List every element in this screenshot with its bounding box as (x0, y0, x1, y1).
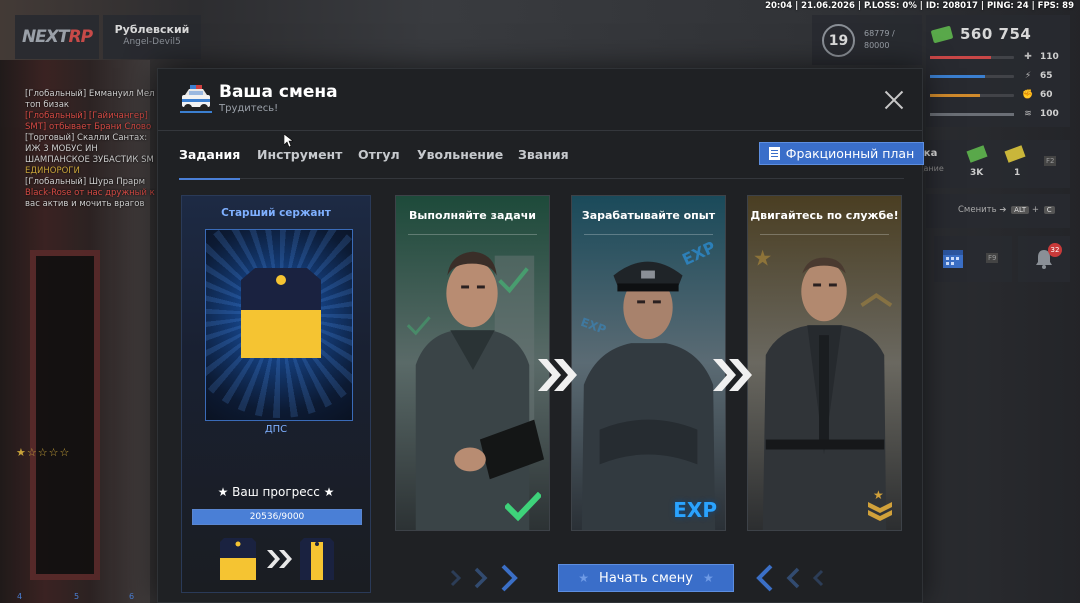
star-icon: ★ (578, 571, 590, 585)
police-car-icon (180, 85, 212, 113)
tab-tasks[interactable]: Задания (179, 131, 241, 180)
rank-chevron-icon: ★ (868, 488, 892, 521)
hunger-icon: ✊ (1022, 90, 1034, 100)
stat-armor: ⚡ 65 (930, 71, 1062, 81)
switch-panel[interactable]: Сменить ➔ ALT + C (926, 194, 1070, 228)
stat-hunger: ✊ 60 (930, 90, 1062, 100)
armor-icon: ⚡ (1024, 71, 1032, 81)
chat-line: ИЖ 3 МОБУС ИН (25, 144, 98, 154)
notifications-button[interactable]: 32 (1018, 236, 1070, 282)
tab-dismissal[interactable]: Увольнение (417, 131, 503, 179)
shoulder-strap-icon (241, 268, 321, 358)
faction-panel: тка дание 3K 1 F2 (918, 140, 1070, 188)
chat-line: топ бизак (25, 100, 70, 110)
hotbar-slot[interactable]: 5 (74, 592, 79, 601)
hotbar-slot[interactable]: 6 (129, 592, 134, 601)
server-logo: NEXT RP (15, 15, 99, 59)
officer-cap-art: EXP EXP (572, 196, 725, 530)
level-panel: 19 68779 /80000 (812, 15, 922, 65)
xp-counter: 68779 /80000 (864, 29, 895, 50)
rank-title: Старший сержант (221, 207, 331, 219)
player-username: Рублевский (114, 23, 190, 36)
calendar-key: F9 (986, 253, 999, 263)
chat-line: ШАМПАНСКОЕ ЗУБАСТИК SM (25, 155, 154, 165)
officer-tablet-art (396, 196, 549, 530)
tab-day-off[interactable]: Отгул (358, 131, 400, 179)
chat-line: [Торговый] Скалли Сантах: (25, 133, 148, 143)
chat-line: SMT] отбывает Брани Слово (25, 122, 152, 132)
tab-tools[interactable]: Инструмент (257, 131, 342, 179)
progress-label: ★ Ваш прогресс ★ (217, 485, 335, 499)
player-info: Рублевский Angel-Devil5 (103, 15, 201, 59)
rank-card: Старший сержант ДПС ★ Ваш прогресс ★ 205… (181, 195, 371, 593)
chat-line: [Глобальный] Еммануил Мел (25, 89, 155, 99)
hotbar-slot[interactable]: 4 (17, 592, 22, 601)
status-bar: 20:04 | 21.06.2026 | P.LOSS: 0% | ID: 20… (765, 1, 1074, 11)
document-icon (768, 147, 780, 160)
health-value: 110 (1040, 52, 1059, 62)
progress-text: 20536/9000 (249, 512, 305, 522)
close-button[interactable] (882, 88, 906, 112)
tab-ranks[interactable]: Звания (518, 131, 569, 179)
stamina-value: 100 (1040, 109, 1059, 119)
calendar-button[interactable]: F9 (934, 236, 1012, 282)
stat-stamina: ≋ 100 (930, 109, 1062, 119)
rank-upgrade-preview (220, 538, 334, 580)
step-title: Зарабатывайте опыт (581, 209, 716, 222)
modal-subtitle: Трудитесь! (219, 103, 279, 114)
shift-modal: Ваша смена Трудитесь! Задания Инструмент… (157, 68, 924, 603)
exp-icon: EXP (673, 498, 717, 522)
check-icon (505, 492, 541, 522)
step-card-tasks: Выполняйте задачи (395, 195, 550, 531)
start-shift-button[interactable]: ★ Начать смену ★ (558, 564, 734, 592)
modal-header: Ваша смена Трудитесь! (158, 69, 922, 131)
cash-icon (966, 145, 988, 163)
modal-title: Ваша смена (219, 82, 338, 102)
wanted-stars: ★☆☆☆☆ (16, 446, 71, 459)
rank-insignia-frame (205, 229, 353, 421)
notification-count: 32 (1048, 243, 1062, 257)
double-chevron-icon (713, 359, 752, 391)
svg-text:★: ★ (873, 488, 884, 502)
decor-chevrons-right (756, 564, 824, 592)
chat-log: [Глобальный] Еммануил Мел топ бизак [Глоба… (25, 89, 160, 210)
step-title: Двигайтесь по службе! (750, 209, 899, 222)
money-value: 560 754 (960, 25, 1032, 43)
money-panel: 560 754 ✚ 110 ⚡ 65 ✊ 60 ≋ 100 (926, 15, 1070, 127)
decor-chevrons-left (450, 564, 518, 592)
step-card-promotion: ★ Двигайтесь по службе! ★ (747, 195, 902, 531)
armor-value: 65 (1040, 71, 1053, 81)
faction-key: F2 (1044, 156, 1057, 166)
step-title: Выполняйте задачи (409, 209, 536, 222)
mouse-cursor-icon (284, 134, 293, 147)
double-chevron-icon (538, 359, 577, 391)
chat-line: [Глобальный] Шура Прарм (25, 177, 146, 187)
faction-plan-button[interactable]: Фракционный план (759, 142, 924, 165)
hunger-value: 60 (1040, 90, 1053, 100)
stamina-icon: ≋ (1024, 109, 1032, 119)
rank-unit: ДПС (264, 424, 288, 435)
chat-line: [Глобальный] [Гайичангер] (25, 111, 148, 121)
cash-icon (930, 25, 954, 43)
player-nickname: Angel-Devil5 (123, 37, 181, 47)
health-icon: ✚ (1024, 52, 1032, 62)
star-icon: ★ (702, 571, 714, 585)
calendar-icon (943, 250, 963, 268)
stat-health: ✚ 110 (930, 52, 1062, 62)
step-card-experience: EXP EXP Зарабатывайте опыт EXP (571, 195, 726, 531)
officer-promotion-art: ★ (748, 196, 901, 530)
chat-line: ЕДИНОРОГИ (25, 166, 80, 176)
chat-line: вас актив и мочить врагов (25, 199, 145, 209)
gold-cash-icon (1004, 145, 1026, 163)
level-badge: 19 (822, 24, 855, 57)
svg-text:★: ★ (753, 247, 772, 272)
progress-bar: 20536/9000 (192, 509, 362, 525)
chat-line: Black-Rose от нас дружный к (25, 188, 155, 198)
